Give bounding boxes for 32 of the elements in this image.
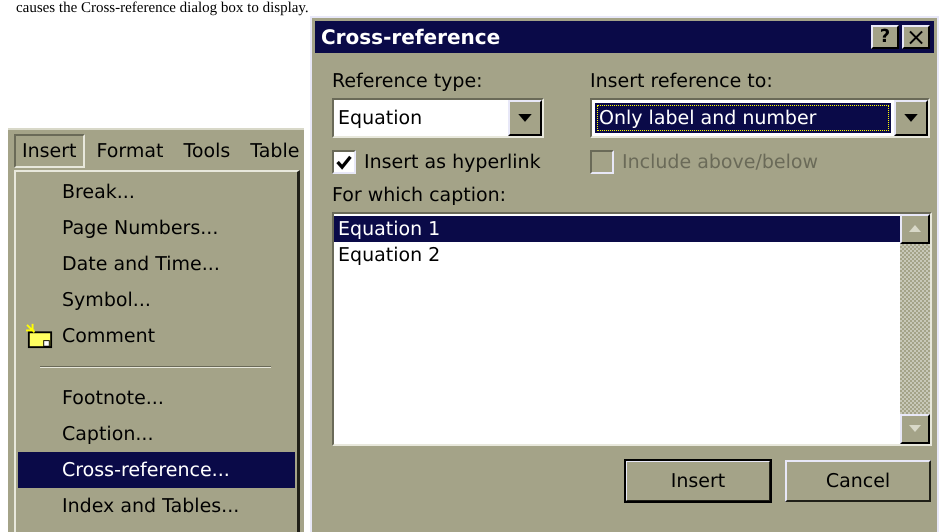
menu-item[interactable]: Cross-reference...	[18, 452, 295, 488]
list-item[interactable]: Equation 2	[334, 242, 900, 268]
insert-reference-dropdown[interactable]: Only label and number	[590, 98, 930, 138]
caption-text: causes the Cross-reference dialog box to display.	[15, 0, 310, 16]
menu-item[interactable]: Break...	[18, 174, 295, 210]
menu-item[interactable]: Comment	[18, 318, 295, 354]
insert-button[interactable]: Insert	[625, 460, 771, 502]
menu-item[interactable]: Page Numbers...	[18, 210, 295, 246]
menu-item[interactable]: Symbol...	[18, 282, 295, 318]
help-button[interactable]: ?	[871, 25, 899, 49]
menu-item[interactable]: Date and Time...	[18, 246, 295, 282]
cancel-button[interactable]: Cancel	[785, 460, 931, 502]
menu-bar-item[interactable]: Format	[88, 134, 172, 168]
menu-bar-item[interactable]: Tools	[175, 134, 238, 168]
list-label: For which caption:	[332, 184, 508, 206]
scroll-down-icon[interactable]	[900, 414, 930, 444]
menu-item[interactable]: Index and Tables...	[18, 488, 295, 524]
scroll-up-icon[interactable]	[900, 214, 930, 244]
checkbox[interactable]	[332, 150, 356, 174]
field-label: Insert reference to:	[590, 70, 774, 92]
scrollbar[interactable]	[900, 214, 930, 444]
reference-type-dropdown[interactable]: Equation	[332, 98, 544, 138]
close-button[interactable]: ×	[902, 25, 930, 49]
menu-item[interactable]: Footnote...	[18, 380, 295, 416]
menu-item[interactable]: Caption...	[18, 416, 295, 452]
list-item[interactable]: Equation 1	[334, 216, 900, 242]
field-label: Reference type:	[332, 70, 484, 92]
checkbox-option[interactable]: Insert as hyperlink	[332, 150, 544, 174]
comment-icon	[25, 323, 55, 349]
window-title: Cross-reference	[321, 25, 500, 49]
menu-bar-item[interactable]: Table	[242, 134, 304, 168]
menu-bar-item[interactable]: Insert	[14, 134, 84, 168]
